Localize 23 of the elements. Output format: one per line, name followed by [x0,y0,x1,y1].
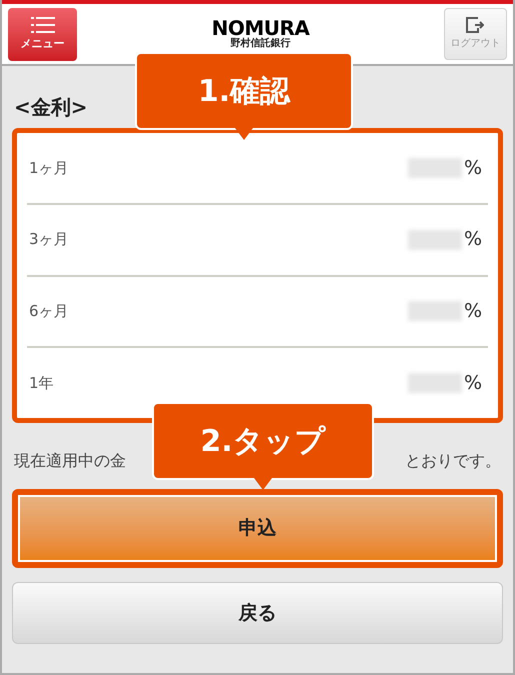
logo-subtitle: 野村信託銀行 [230,38,290,50]
rate-unit: % [464,227,482,252]
blurred-value [408,373,462,394]
rate-term: 1ヶ月 [29,158,69,179]
logout-icon [466,17,484,33]
notice-text: 現在適用中の金 [14,450,126,472]
notice-text: とおりです。 [405,450,501,472]
blurred-value [408,230,462,250]
logo: NOMURA [212,18,310,38]
rate-unit: % [464,299,482,324]
back-button[interactable]: 戻る [12,582,503,644]
rate-unit: % [464,156,482,181]
section-title: <金利> [14,94,89,121]
menu-button[interactable]: メニュー [8,8,77,60]
apply-button[interactable]: 申込 [12,489,503,568]
rate-term: 1年 [29,372,54,394]
blurred-value [408,158,462,178]
callout-pointer [254,478,272,490]
blurred-value [408,301,462,322]
menu-icon [30,16,54,34]
rate-term: 3ヶ月 [29,229,69,250]
rate-term: 6ヶ月 [29,301,69,322]
rate-unit: % [464,370,482,396]
